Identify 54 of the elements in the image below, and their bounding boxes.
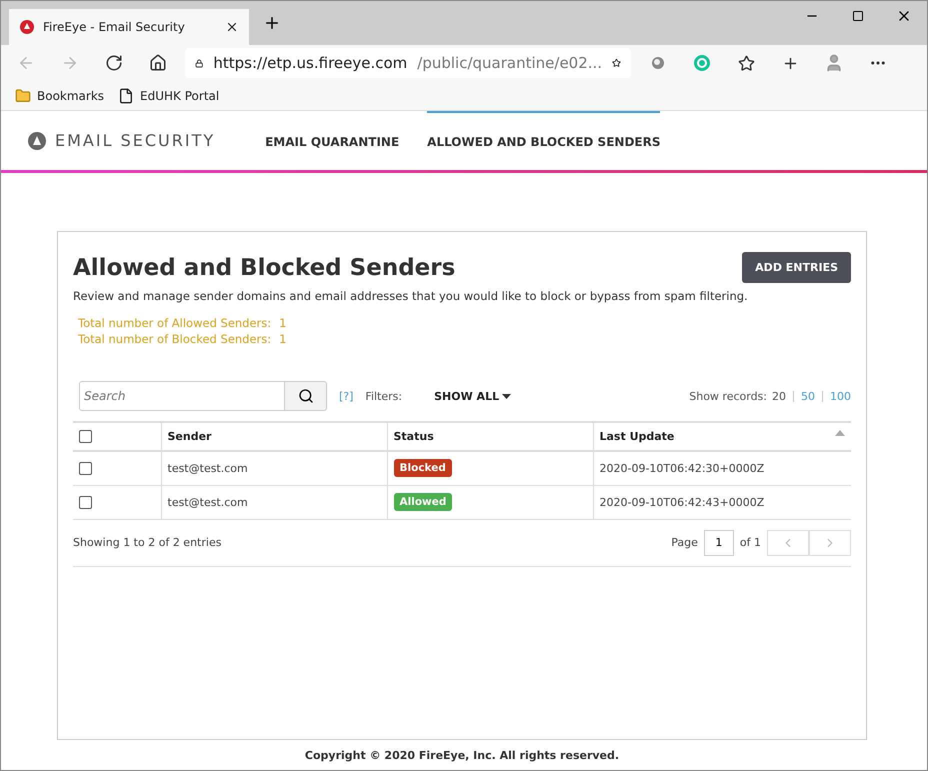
bookmark[interactable]: Bookmarks (15, 88, 104, 104)
reload-icon[interactable] (105, 54, 123, 72)
page-icon (118, 88, 134, 104)
page-field[interactable]: 1 (704, 530, 734, 556)
new-tab-icon[interactable] (263, 14, 281, 32)
favorites-icon[interactable] (738, 54, 754, 72)
page-label: Page (671, 536, 698, 549)
folder-icon (15, 88, 31, 104)
status-badge: Blocked (394, 459, 452, 478)
checkbox[interactable] (79, 496, 92, 509)
description: Review and manage sender domains and email addresses that you would like to block or bypass from spam filtering. (73, 289, 749, 303)
status-badge: Allowed (394, 493, 452, 511)
filter-dropdown[interactable]: SHOW ALL (428, 388, 518, 404)
records-label: Show records: (689, 390, 767, 402)
total-value: 1 (279, 331, 286, 347)
column-header[interactable]: Last Update (593, 422, 851, 451)
page-title: Allowed and Blocked Senders (73, 254, 456, 280)
column-header[interactable]: Sender (161, 422, 387, 451)
nav-tab[interactable]: EMAIL QUARANTINE (265, 111, 400, 170)
total-label: Total number of Allowed Senders: (78, 315, 272, 331)
search-button[interactable] (285, 381, 327, 411)
caret-icon (502, 394, 512, 398)
filters-label: Filters: (365, 390, 402, 402)
sort-icon (835, 430, 845, 436)
column-header[interactable]: Status (387, 422, 593, 451)
bookmark[interactable]: EdUHK Portal (118, 88, 220, 104)
total-value: 1 (279, 315, 286, 331)
maximize-icon[interactable] (852, 10, 864, 22)
checkbox[interactable] (79, 430, 92, 444)
extension-icon[interactable] (651, 56, 665, 70)
search-field[interactable]: Search (79, 381, 285, 411)
close-tab-icon[interactable] (225, 20, 239, 34)
copyright: Copyright © 2020 FireEye, Inc. All rights reserved. (304, 748, 620, 764)
address-bar[interactable]: https://etp.us.fireeye.com /public/quarantine/e02... (185, 48, 631, 78)
browser-tab[interactable]: FireEye - Email Security (9, 9, 249, 45)
url-path: /public/quarantine/e02... (417, 54, 602, 72)
logo-icon (19, 19, 35, 35)
entries-summary: Showing 1 to 2 of 2 entries (73, 536, 222, 549)
table-cell: test@test.com (161, 451, 387, 485)
search-icon (298, 388, 314, 404)
page-count: of 1 (740, 536, 761, 549)
add-entries-button[interactable]: ADD ENTRIES (742, 252, 851, 283)
nav-tab[interactable]: ALLOWED AND BLOCKED SENDERS (427, 111, 660, 170)
home-icon[interactable] (149, 54, 167, 72)
records-option[interactable]: 20 (772, 390, 786, 402)
url-host: https://etp.us.fireeye.com (213, 54, 408, 72)
tab-title: FireEye - Email Security (43, 20, 186, 34)
total-label: Total number of Blocked Senders: (78, 331, 272, 347)
table-cell: 2020-09-10T06:42:43+0000Z (593, 485, 851, 519)
logo-text: EMAIL SECURITY (55, 131, 216, 150)
logo-icon (27, 130, 47, 150)
table-cell: test@test.com (161, 485, 387, 519)
checkbox[interactable] (79, 462, 92, 475)
table-cell: 2020-09-10T06:42:30+0000Z (593, 451, 851, 485)
